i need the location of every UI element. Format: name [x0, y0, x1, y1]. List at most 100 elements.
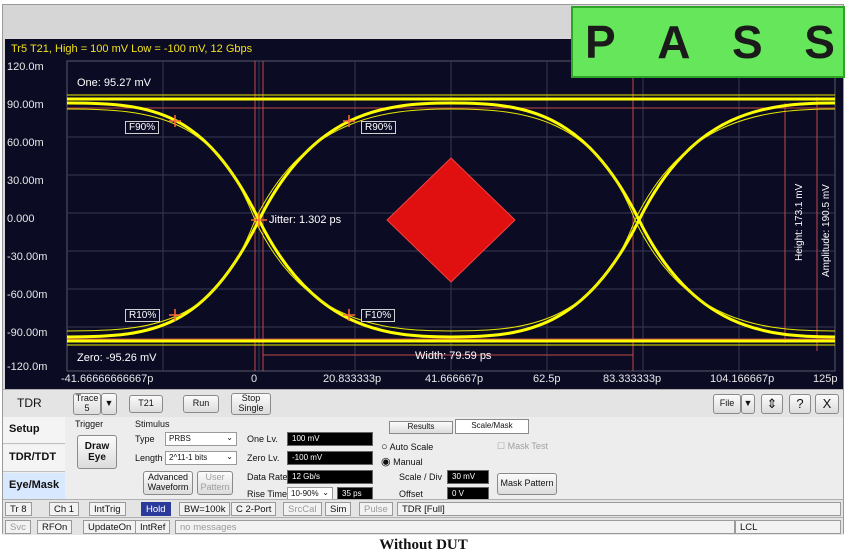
amplitude-readout: Amplitude: 190.5 mV — [821, 184, 832, 277]
checkbox-icon: ☐ — [497, 441, 506, 451]
trace-selector[interactable]: Trace 5 — [73, 393, 101, 415]
one-level-field[interactable]: 100 mV — [287, 432, 373, 446]
plot-title: Tr5 T21, High = 100 mV Low = -100 mV, 12… — [11, 43, 253, 55]
type-label: Type — [135, 434, 155, 444]
eye-width-readout: Width: 79.59 ps — [415, 350, 492, 362]
run-button[interactable]: Run — [183, 395, 219, 413]
user-pattern-button[interactable]: User Pattern — [197, 471, 233, 495]
x-tick-label: -41.66666666667p — [61, 373, 154, 385]
status-channel[interactable]: Ch 1 — [49, 502, 80, 516]
advanced-waveform-button[interactable]: Advanced Waveform — [143, 471, 193, 495]
mode-label: TDR — [17, 396, 42, 410]
y-tick-label: -60.00m — [7, 289, 48, 301]
mask-test-label: Mask Test — [507, 441, 548, 451]
data-rate-label: Data Rate — [247, 472, 288, 482]
mask-pattern-button[interactable]: Mask Pattern — [497, 473, 557, 495]
scale-div-label: Scale / Div — [399, 472, 443, 482]
type-value: PRBS — [169, 434, 191, 443]
auto-scale-radio[interactable]: ○ Auto Scale — [381, 441, 433, 453]
status-svc[interactable]: Svc — [5, 520, 31, 534]
eye-diagram-svg — [66, 60, 836, 372]
file-dropdown-button[interactable]: ▼ — [741, 394, 755, 414]
x-tick-label: 104.166667p — [710, 373, 775, 385]
eye-diagram-plot[interactable]: Tr5 T21, High = 100 mV Low = -100 mV, 12… — [5, 39, 843, 389]
tab-results[interactable]: Results — [389, 421, 453, 434]
data-rate-field[interactable]: 12 Gb/s — [287, 470, 373, 484]
status-bandwidth[interactable]: BW=100k — [179, 502, 231, 516]
status-pulse[interactable]: Pulse — [359, 502, 393, 516]
status-messages: no messages — [175, 520, 735, 534]
status-hold[interactable]: Hold — [141, 502, 171, 516]
stop-single-button[interactable]: Stop Single — [231, 393, 271, 415]
pass-letter: S — [732, 16, 763, 68]
t21-button[interactable]: T21 — [129, 395, 163, 413]
scale-div-field[interactable]: 30 mV — [447, 470, 489, 484]
status-bar-primary: Tr 8 Ch 1 IntTrig Hold BW=100k C 2-Port … — [3, 499, 843, 517]
trace-value: 5 — [84, 403, 90, 413]
jitter-readout: Jitter: 1.302 ps — [269, 214, 342, 226]
figure-caption: Without DUT — [379, 537, 468, 553]
status-srccal[interactable]: SrcCal — [283, 502, 322, 516]
chevron-down-icon: ⌄ — [226, 452, 233, 461]
x-tick-label: 41.666667p — [425, 373, 484, 385]
pass-banner: P A S S — [571, 6, 845, 78]
zero-level-label: Zero Lv. — [247, 453, 280, 463]
status-trigger[interactable]: IntTrig — [89, 502, 126, 516]
chevron-down-icon: ⌄ — [322, 488, 329, 497]
x-tick-label: 20.833333p — [323, 373, 382, 385]
rise-time-mode-value: 10-90% — [291, 489, 319, 498]
radio-unchecked-icon: ○ — [381, 441, 388, 453]
status-sim[interactable]: Sim — [325, 502, 352, 516]
zero-level-field[interactable]: -100 mV — [287, 451, 373, 465]
x-tick-label: 125p — [813, 373, 838, 385]
pass-letter: S — [804, 16, 835, 68]
y-tick-label: -30.00m — [7, 251, 48, 263]
y-tick-label: 0.000 — [7, 213, 35, 225]
length-label: Length — [135, 453, 163, 463]
r90-marker-label: R90% — [361, 121, 397, 134]
one-level-label: One Lv. — [247, 434, 278, 444]
status-update-on[interactable]: UpdateOn — [83, 520, 137, 534]
close-button[interactable]: X — [815, 394, 839, 414]
one-level-readout: One: 95.27 mV — [77, 77, 151, 89]
length-select[interactable]: 2^11-1 bits ⌄ — [165, 451, 237, 465]
status-tdr-mode[interactable]: TDR [Full] — [397, 502, 841, 516]
tab-tdr-tdt[interactable]: TDR/TDT — [3, 445, 65, 472]
auto-scale-label: Auto Scale — [389, 442, 434, 452]
status-lcl[interactable]: LCL — [735, 520, 841, 534]
radio-checked-icon: ◉ — [381, 456, 391, 468]
triangle-down-icon: ▼ — [743, 398, 753, 409]
trace-dropdown-button[interactable]: ▼ — [101, 393, 117, 415]
manual-label: Manual — [393, 457, 423, 467]
tab-eye-mask[interactable]: Eye/Mask — [3, 473, 65, 500]
r10-marker-label: R10% — [125, 309, 161, 322]
y-tick-label: -90.00m — [7, 327, 48, 339]
help-button[interactable]: ? — [789, 394, 811, 414]
draw-eye-button[interactable]: Draw Eye — [77, 435, 117, 469]
y-tick-label: 120.0m — [7, 61, 44, 73]
status-int-ref[interactable]: IntRef — [135, 520, 171, 534]
rise-time-label: Rise Time — [247, 489, 288, 499]
main-toolbar: TDR Trace 5 ▼ T21 Run Stop Single File ▼… — [3, 389, 843, 417]
y-tick-label: 30.00m — [7, 175, 44, 187]
settings-panel: Setup TDR/TDT Eye/Mask Trigger Draw Eye … — [3, 417, 843, 501]
status-calibration[interactable]: C 2-Port — [231, 502, 277, 516]
f10-marker-label: F10% — [361, 309, 396, 322]
tab-scale-mask[interactable]: Scale/Mask — [455, 419, 529, 434]
status-trace[interactable]: Tr 8 — [5, 502, 32, 516]
trigger-group-title: Trigger — [75, 419, 104, 429]
mask-test-checkbox[interactable]: ☐ Mask Test — [497, 441, 548, 452]
tdr-application-window: Tr5 T21, High = 100 mV Low = -100 mV, 12… — [2, 4, 845, 535]
file-button[interactable]: File — [713, 394, 741, 414]
x-tick-label: 83.333333p — [603, 373, 662, 385]
offset-label: Offset — [399, 489, 423, 499]
x-tick-label: 0 — [251, 373, 258, 385]
tab-setup[interactable]: Setup — [3, 417, 65, 444]
status-rf-on[interactable]: RFOn — [37, 520, 73, 534]
eye-height-readout: Height: 173.1 mV — [794, 183, 805, 261]
manual-radio[interactable]: ◉ Manual — [381, 455, 423, 468]
status-bar-secondary: Svc RFOn UpdateOn IntRef no messages LCL — [3, 517, 843, 535]
type-select[interactable]: PRBS ⌄ — [165, 432, 237, 446]
updown-button[interactable]: ⇕ — [761, 394, 783, 414]
triangle-down-icon: ▼ — [104, 398, 114, 409]
